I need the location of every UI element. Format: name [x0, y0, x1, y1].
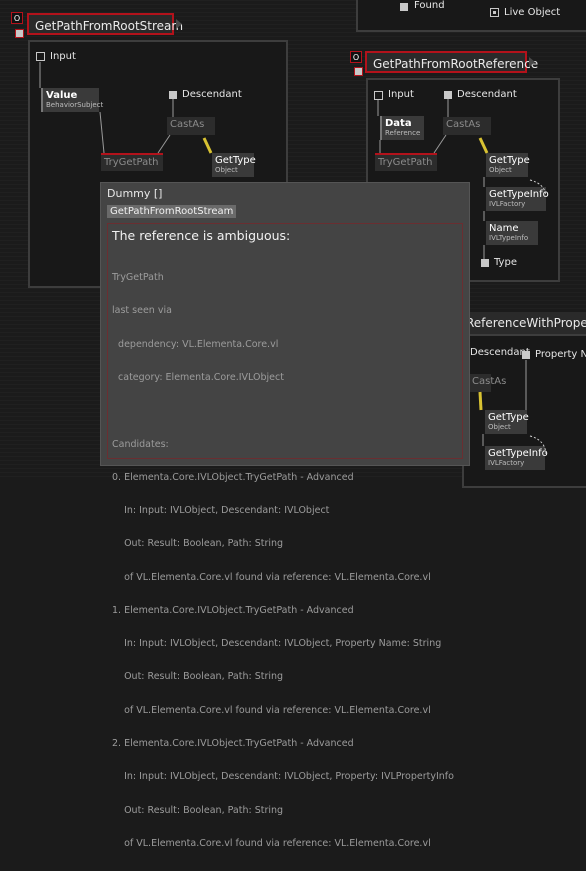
wire-left-yellow [202, 137, 213, 154]
tooltip-line: In: Input: IVLObject, Descendant: IVLObj… [112, 771, 454, 783]
wire-bottom-right-castas [478, 391, 483, 411]
tooltip-body: TryGetPath last seen via dependency: VL.… [112, 250, 454, 871]
tooltip-line: 1. Elementa.Core.IVLObject.TryGetPath - … [112, 604, 354, 616]
tooltip-line: In: Input: IVLObject, Descendant: IVLObj… [112, 505, 330, 517]
tooltip-line: Out: Result: Boolean, Path: String [112, 804, 284, 816]
tooltip-line: Out: Result: Boolean, Path: String [112, 538, 284, 550]
tooltip-line: In: Input: IVLObject, Descendant: IVLObj… [112, 638, 442, 650]
tooltip-message-box: The reference is ambiguous: TryGetPath l… [107, 223, 463, 849]
tooltip-line: last seen via [112, 305, 172, 317]
tooltip-line: of VL.Elementa.Core.vl found via referen… [112, 571, 431, 583]
tooltip-line: TryGetPath [112, 272, 164, 284]
tooltip-line: category: Elementa.Core.IVLObject [112, 372, 284, 384]
tooltip-line: Candidates: [112, 438, 169, 450]
tooltip-line: 2. Elementa.Core.IVLObject.TryGetPath - … [112, 738, 354, 750]
error-tooltip: Dummy [] GetPathFromRootStream The refer… [100, 182, 470, 849]
tooltip-line [112, 405, 454, 416]
tooltip-title: Dummy [] [107, 187, 163, 200]
tooltip-heading: The reference is ambiguous: [112, 228, 291, 243]
tooltip-line: of VL.Elementa.Core.vl found via referen… [112, 837, 431, 849]
wire-right-dashed [529, 179, 547, 197]
wire-left-value-trygetpath [99, 111, 105, 154]
wire-bottom-right-dashed [529, 435, 547, 455]
tooltip-line: dependency: VL.Elementa.Core.vl [112, 338, 279, 350]
wire-right-yellow [478, 137, 489, 154]
wire-right-castas-trygetpath [433, 134, 447, 154]
wire-left-castas-trygetpath [157, 134, 171, 154]
tooltip-line: of VL.Elementa.Core.vl found via referen… [112, 704, 431, 716]
tooltip-line: Out: Result: Boolean, Path: String [112, 671, 284, 683]
tooltip-tag: GetPathFromRootStream [107, 205, 237, 218]
tooltip-line: 0. Elementa.Core.IVLObject.TryGetPath - … [112, 471, 354, 483]
